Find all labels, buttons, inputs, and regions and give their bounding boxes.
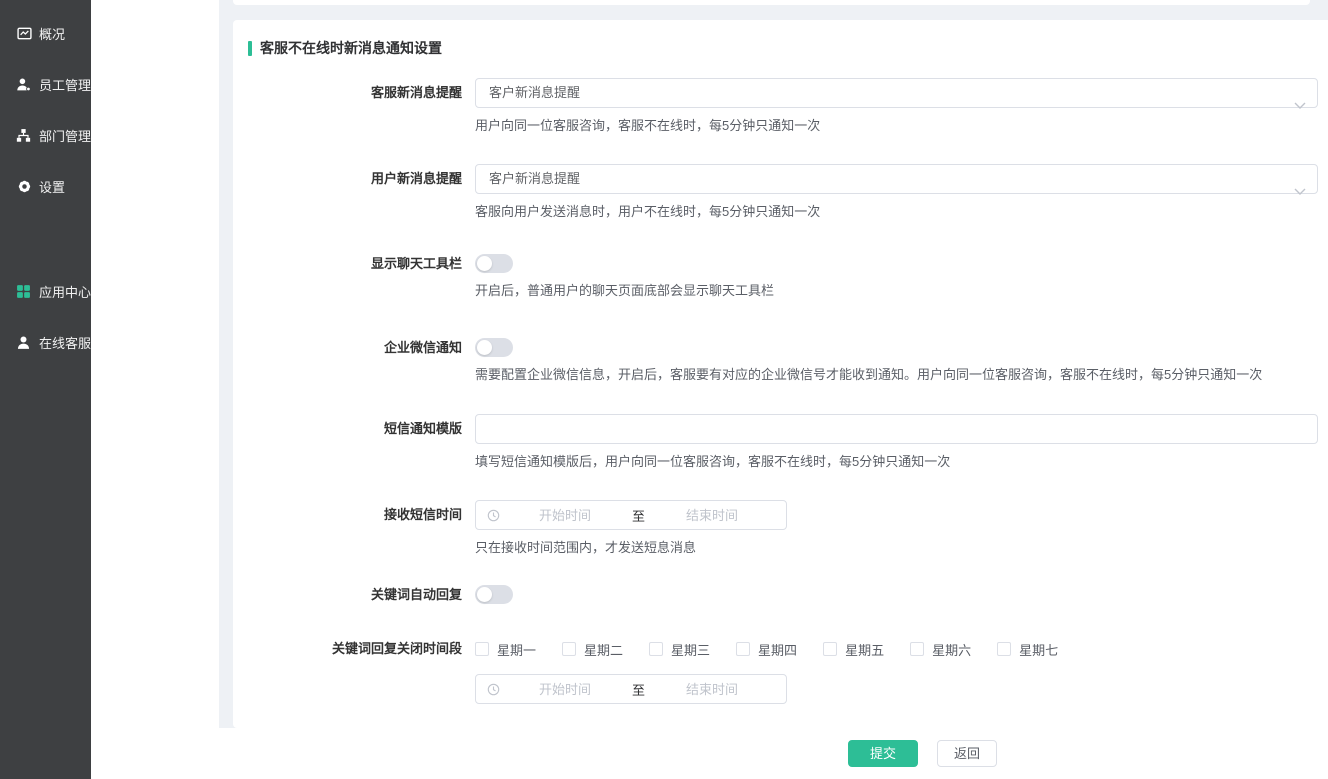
field-label: 接收短信时间: [233, 500, 462, 530]
employee-icon: [16, 77, 32, 93]
form-row-wecom-notify: 企业微信通知 需要配置企业微信信息，开启后，客服要有对应的企业微信号才能收到通知…: [233, 338, 1328, 384]
submit-button[interactable]: 提交: [848, 740, 918, 767]
checkbox-box: [823, 642, 837, 656]
checkbox-thursday[interactable]: 星期四: [736, 640, 797, 659]
checkbox-saturday[interactable]: 星期六: [910, 640, 971, 659]
switch-knob: [477, 587, 492, 602]
checkbox-tuesday[interactable]: 星期二: [562, 640, 623, 659]
range-separator: 至: [630, 506, 647, 525]
field-label: 客服新消息提醒: [233, 78, 462, 108]
chart-icon: [16, 26, 32, 42]
sidebar-item-label: 部门管理: [39, 126, 91, 145]
weekday-checkbox-group: 星期一 星期二 星期三 星期四 星期五 星期六 星期七: [475, 639, 1318, 659]
checkbox-label: 星期二: [584, 640, 623, 659]
clock-icon: [487, 683, 500, 696]
keyword-autoreply-switch[interactable]: [475, 585, 513, 604]
sidebar-item-label: 在线客服: [39, 333, 91, 352]
show-chat-toolbar-switch[interactable]: [475, 254, 513, 273]
clock-icon: [487, 509, 500, 522]
chevron-down-icon: [1294, 91, 1306, 119]
app-grid-icon: [16, 284, 32, 300]
sidebar-item-overview[interactable]: 概况: [0, 8, 91, 59]
sidebar-item-label: 员工管理: [39, 75, 91, 94]
agent-icon: [16, 335, 32, 351]
end-time-input[interactable]: [647, 682, 777, 697]
checkbox-box: [562, 642, 576, 656]
back-button[interactable]: 返回: [937, 740, 997, 767]
field-label: 短信通知模版: [233, 414, 462, 444]
user-new-message-select[interactable]: 客户新消息提醒: [475, 164, 1318, 194]
department-icon: [16, 128, 32, 144]
form-row-user-new-message: 用户新消息提醒 客户新消息提醒 客服向用户发送消息时，用户不在线时，每5分钟只通…: [233, 164, 1328, 221]
wecom-notify-switch[interactable]: [475, 338, 513, 357]
checkbox-label: 星期一: [497, 640, 536, 659]
sidebar-item-label: 设置: [39, 177, 65, 196]
settings-card: 客服不在线时新消息通知设置 客服新消息提醒 客户新消息提醒 用户向同一位客服咨询…: [233, 20, 1328, 728]
section-accent-bar: [248, 41, 252, 56]
chevron-down-icon: [1294, 177, 1306, 205]
form-row-agent-new-message: 客服新消息提醒 客户新消息提醒 用户向同一位客服咨询，客服不在线时，每5分钟只通…: [233, 78, 1328, 135]
gear-icon: [16, 179, 32, 195]
workspace: 客服不在线时新消息通知设置 客服新消息提醒 客户新消息提醒 用户向同一位客服咨询…: [219, 0, 1328, 779]
checkbox-label: 星期三: [671, 640, 710, 659]
checkbox-box: [997, 642, 1011, 656]
form-row-sms-template: 短信通知模版 填写短信通知模版后，用户向同一位客服咨询，客服不在线时，每5分钟只…: [233, 414, 1328, 471]
sidebar-item-employees[interactable]: 员工管理: [0, 59, 91, 110]
field-helper: 只在接收时间范围内，才发送短息消息: [475, 539, 1318, 557]
start-time-input[interactable]: [500, 682, 630, 697]
field-helper: 填写短信通知模版后，用户向同一位客服咨询，客服不在线时，每5分钟只通知一次: [475, 453, 1318, 471]
switch-knob: [477, 340, 492, 355]
checkbox-monday[interactable]: 星期一: [475, 640, 536, 659]
sidebar-item-settings[interactable]: 设置: [0, 161, 91, 212]
checkbox-wednesday[interactable]: 星期三: [649, 640, 710, 659]
field-helper: 需要配置企业微信信息，开启后，客服要有对应的企业微信号才能收到通知。用户向同一位…: [475, 366, 1318, 384]
switch-knob: [477, 256, 492, 271]
form-row-show-chat-toolbar: 显示聊天工具栏 开启后，普通用户的聊天页面底部会显示聊天工具栏: [233, 254, 1328, 300]
sms-time-range-picker[interactable]: 至: [475, 500, 787, 530]
checkbox-label: 星期七: [1019, 640, 1058, 659]
main-sidebar: 概况 员工管理 部门管理 设置: [0, 0, 91, 779]
field-helper: 开启后，普通用户的聊天页面底部会显示聊天工具栏: [475, 282, 1318, 300]
field-label: 关键词回复关闭时间段: [233, 639, 462, 659]
select-value: 客户新消息提醒: [489, 85, 580, 100]
checkbox-friday[interactable]: 星期五: [823, 640, 884, 659]
sidebar-item-online-service[interactable]: 在线客服: [0, 317, 91, 368]
select-value: 客户新消息提醒: [489, 171, 580, 186]
field-label: 企业微信通知: [233, 338, 462, 357]
checkbox-box: [475, 642, 489, 656]
form-row-keyword-close-period: 关键词回复关闭时间段 星期一 星期二 星期三 星期四 星期五 星期六 星期七: [233, 639, 1328, 704]
keyword-time-range-picker[interactable]: 至: [475, 674, 787, 704]
secondary-panel: [91, 0, 219, 779]
page: 概况 员工管理 部门管理 设置: [0, 0, 1328, 779]
checkbox-label: 星期四: [758, 640, 797, 659]
footer-action-bar: 提交 返回: [219, 728, 1328, 779]
field-helper: 客服向用户发送消息时，用户不在线时，每5分钟只通知一次: [475, 203, 1318, 221]
field-label: 显示聊天工具栏: [233, 254, 462, 273]
top-card-edge: [233, 0, 1310, 5]
sidebar-item-label: 概况: [39, 24, 65, 43]
checkbox-box: [649, 642, 663, 656]
range-separator: 至: [630, 680, 647, 699]
agent-new-message-select[interactable]: 客户新消息提醒: [475, 78, 1318, 108]
checkbox-label: 星期五: [845, 640, 884, 659]
checkbox-box: [910, 642, 924, 656]
section-title-text: 客服不在线时新消息通知设置: [260, 38, 442, 58]
field-helper: 用户向同一位客服咨询，客服不在线时，每5分钟只通知一次: [475, 117, 1318, 135]
end-time-input[interactable]: [647, 508, 777, 523]
sms-template-input[interactable]: [475, 414, 1318, 444]
form-row-keyword-autoreply: 关键词自动回复: [233, 585, 1328, 604]
checkbox-box: [736, 642, 750, 656]
checkbox-label: 星期六: [932, 640, 971, 659]
checkbox-sunday[interactable]: 星期七: [997, 640, 1058, 659]
field-label: 用户新消息提醒: [233, 164, 462, 194]
sidebar-item-departments[interactable]: 部门管理: [0, 110, 91, 161]
field-label: 关键词自动回复: [233, 585, 462, 604]
section-title: 客服不在线时新消息通知设置: [248, 38, 1328, 58]
sidebar-item-label: 应用中心: [39, 282, 91, 301]
form-row-sms-receive-time: 接收短信时间 至 只在接收时间范围内，才发送短息消息: [233, 500, 1328, 557]
sidebar-item-app-center[interactable]: 应用中心: [0, 266, 91, 317]
start-time-input[interactable]: [500, 508, 630, 523]
